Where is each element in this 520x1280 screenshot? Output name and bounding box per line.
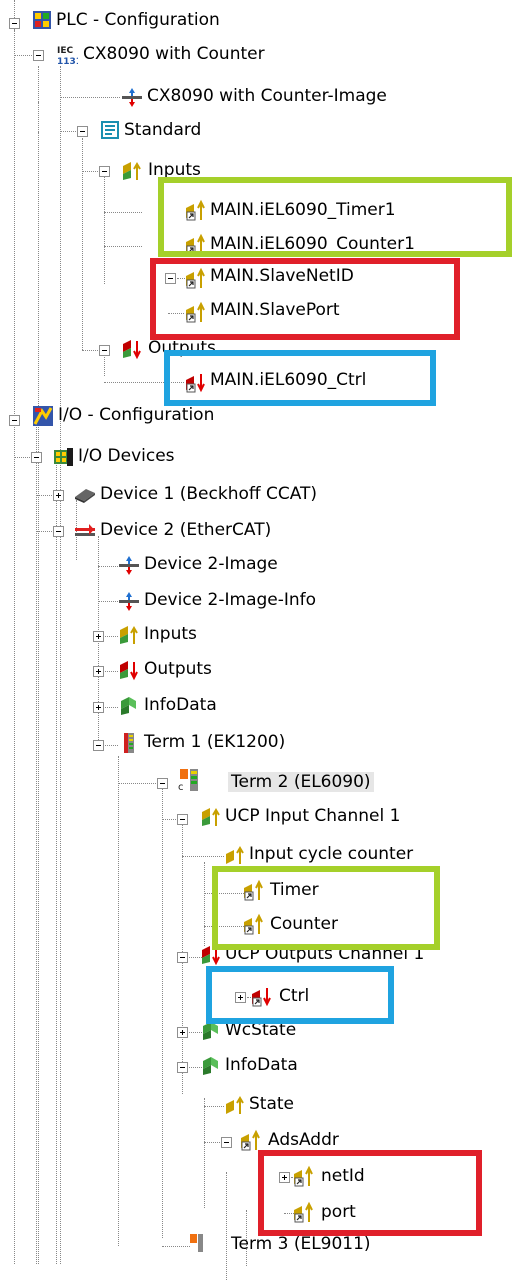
collapse-toggle[interactable] (177, 814, 188, 825)
expand-toggle[interactable] (93, 702, 104, 713)
inputs-icon (200, 806, 220, 826)
io-config-icon (32, 405, 53, 426)
terminal-icon: c (178, 768, 198, 793)
tree-item-device2-image-info[interactable]: Device 2-Image-Info (141, 590, 319, 610)
collapse-toggle[interactable] (53, 526, 64, 537)
highlight-box-red (258, 1150, 482, 1236)
plc-project-icon (32, 10, 52, 30)
highlight-box-blue (206, 966, 394, 1024)
tree-item-ucp-input-channel[interactable]: UCP Input Channel 1 (222, 806, 403, 826)
tree-item-term2-infodata[interactable]: InfoData (222, 1055, 301, 1075)
collapse-toggle[interactable] (93, 740, 104, 751)
highlight-box-red (150, 258, 460, 340)
task-icon (100, 120, 120, 140)
tree-item-device2-image[interactable]: Device 2-Image (141, 554, 281, 574)
infodata-icon (118, 695, 138, 715)
collapse-toggle[interactable] (33, 50, 44, 61)
tree-item-adsaddr[interactable]: AdsAddr (265, 1130, 342, 1150)
outputs-icon (121, 338, 141, 360)
svg-text:1131: 1131 (57, 57, 78, 66)
collapse-toggle[interactable] (177, 952, 188, 963)
tree-item-cx8090[interactable]: CX8090 with Counter (80, 44, 268, 64)
highlight-box-green (212, 866, 440, 950)
collapse-toggle[interactable] (99, 345, 110, 356)
tree-item-plc-configuration[interactable]: PLC - Configuration (53, 10, 223, 30)
highlight-box-blue (164, 350, 436, 406)
collapse-toggle[interactable] (31, 452, 42, 463)
expand-toggle[interactable] (53, 490, 64, 501)
tree-item-device-inputs[interactable]: Inputs (141, 624, 200, 644)
input-variable-icon (239, 1128, 260, 1151)
tree-item-device1[interactable]: Device 1 (Beckhoff CCAT) (97, 484, 320, 504)
tree-item-term2[interactable]: Term 2 (EL6090) (228, 772, 374, 792)
inputs-icon (121, 160, 141, 180)
status-variable-icon (224, 1094, 244, 1114)
tree-item-cx8090-image[interactable]: CX8090 with Counter-Image (144, 86, 390, 106)
tree-item-device2[interactable]: Device 2 (EtherCAT) (97, 520, 274, 540)
io-devices-icon (53, 446, 73, 466)
outputs-icon (118, 659, 138, 681)
tree-item-term3[interactable]: Term 3 (EL9011) (228, 1234, 374, 1254)
collapse-toggle[interactable] (77, 126, 88, 137)
tree-item-io-devices[interactable]: I/O Devices (75, 446, 178, 466)
tree-item-device-outputs[interactable]: Outputs (141, 659, 215, 679)
tree-item-device-infodata[interactable]: InfoData (141, 695, 220, 715)
tree-item-io-configuration[interactable]: I/O - Configuration (55, 405, 217, 425)
coupler-icon (118, 732, 138, 753)
tree-item-term1[interactable]: Term 1 (EK1200) (141, 732, 288, 752)
device-icon (74, 484, 95, 504)
tree-item-state[interactable]: State (246, 1094, 297, 1114)
image-icon (118, 554, 139, 575)
image-icon (121, 86, 142, 107)
collapse-toggle[interactable] (9, 415, 20, 426)
expand-toggle[interactable] (93, 666, 104, 677)
iec-icon: IEC1131 (56, 44, 82, 67)
tree-item-standard[interactable]: Standard (121, 120, 204, 140)
infodata-icon (200, 1055, 220, 1075)
svg-text:IEC: IEC (57, 46, 73, 56)
collapse-toggle[interactable] (9, 18, 20, 29)
ethercat-icon (74, 520, 95, 540)
collapse-toggle[interactable] (177, 1062, 188, 1073)
image-icon (118, 590, 139, 611)
highlight-box-green (158, 177, 512, 257)
status-variable-icon (224, 844, 244, 864)
expand-toggle[interactable] (93, 631, 104, 642)
expand-toggle[interactable] (177, 1027, 188, 1038)
collapse-toggle[interactable] (99, 166, 110, 177)
collapse-toggle[interactable] (157, 778, 168, 789)
inputs-icon (118, 624, 138, 644)
solution-tree: PLC - Configuration IEC1131 CX8090 with … (0, 0, 520, 1280)
svg-text:c: c (178, 782, 184, 792)
tree-item-input-cycle-counter[interactable]: Input cycle counter (246, 844, 416, 864)
terminal-icon (188, 1232, 208, 1252)
collapse-toggle[interactable] (221, 1137, 232, 1148)
